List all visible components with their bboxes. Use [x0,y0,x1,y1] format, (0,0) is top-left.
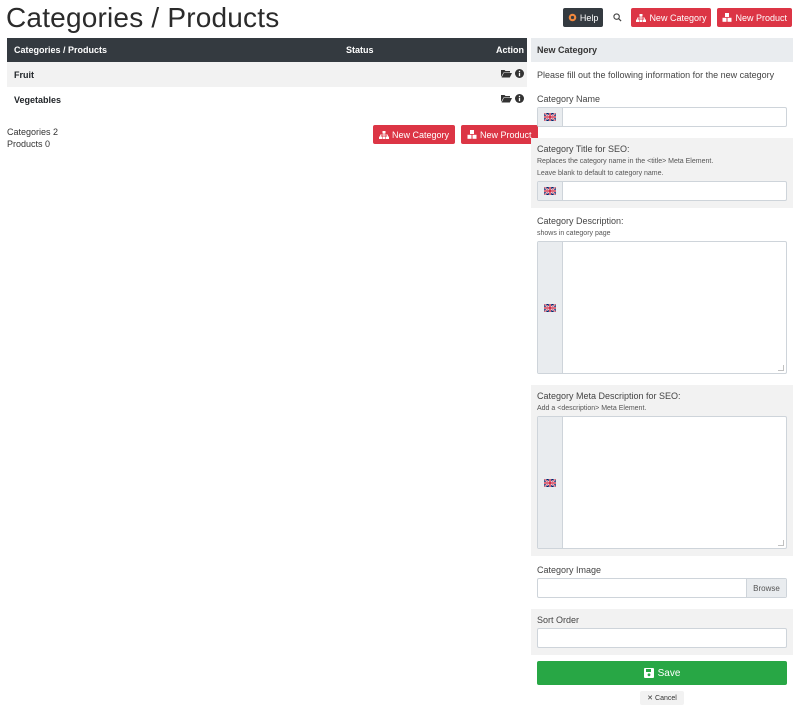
new-category-button[interactable]: New Category [631,8,712,27]
cancel-button[interactable]: ✕ Cancel [640,691,684,705]
category-table-header: Categories / Products Status Action [7,38,527,62]
uk-flag-icon [544,303,556,312]
category-name-input-group [537,107,787,127]
counts: Categories 2 Products 0 [7,126,58,150]
list-actions: New Category New Product [373,125,538,144]
sort-order-label: Sort Order [537,615,580,625]
category-name-input[interactable] [563,108,786,126]
language-flag [538,417,563,548]
category-image-input[interactable] [538,579,746,597]
language-flag [538,182,563,200]
new-product-label: New Product [735,12,787,23]
resize-handle-icon[interactable] [778,540,784,546]
column-header-action: Action [496,45,524,55]
row-actions [501,94,524,103]
help-button[interactable]: Help [562,8,604,27]
new-category-label: New Category [649,12,707,23]
help-button-label: Help [579,12,599,23]
meta-description-textarea[interactable] [563,417,786,548]
language-flag [538,242,563,373]
sitemap-icon [379,130,389,139]
meta-description-hint: Add a <description> Meta Element. [537,405,647,412]
seo-title-label: Category Title for SEO: [537,144,630,154]
panel-header: New Category [531,38,793,62]
seo-title-field: Category Title for SEO: Replaces the cat… [531,138,793,208]
table-row[interactable]: Fruit [7,62,527,87]
seo-title-input[interactable] [563,182,786,200]
seo-title-hint-1: Replaces the category name in the <title… [537,158,714,165]
description-hint: shows in category page [537,230,611,237]
meta-description-label: Category Meta Description for SEO: [537,391,681,401]
row-actions [501,69,524,78]
category-name-field: Category Name [531,88,793,134]
description-field: Category Description: shows in category … [531,208,793,381]
category-image-input-group: Browse [537,578,787,598]
save-button[interactable]: Save [537,661,787,685]
top-toolbar: Help New Category New Product [562,8,792,27]
category-name-label: Category Name [537,94,601,104]
description-input-group [537,241,787,374]
uk-flag-icon [544,113,556,121]
info-icon[interactable] [515,69,524,78]
close-icon: ✕ [647,695,654,702]
categories-count: Categories 2 [7,127,59,137]
meta-description-field: Category Meta Description for SEO: Add a… [531,385,793,556]
products-count: Products 0 [7,139,51,149]
language-flag [538,108,563,126]
category-name[interactable]: Vegetables [14,95,61,105]
description-textarea[interactable] [563,242,786,373]
save-icon [643,668,654,678]
page-title: Categories / Products [6,2,280,33]
seo-title-input-group [537,181,787,201]
category-image-label: Category Image [537,565,602,575]
panel-intro: Please fill out the following informatio… [537,70,775,80]
uk-flag-icon [544,187,556,195]
cubes-icon [467,130,477,139]
new-product-button[interactable]: New Product [717,8,792,27]
table-row[interactable]: Vegetables [7,87,527,112]
meta-description-input-group [537,416,787,549]
new-category-button-bottom[interactable]: New Category [373,125,456,144]
save-button-label: Save [657,667,681,679]
sitemap-icon [636,13,647,22]
browse-button[interactable]: Browse [746,579,786,597]
new-category-panel: New Category Please fill out the followi… [531,38,793,705]
folder-open-icon[interactable] [501,69,512,78]
description-label: Category Description: [537,216,624,226]
cubes-icon [722,13,732,22]
new-category-label: New Category [392,129,450,140]
category-image-field: Category Image Browse [531,556,793,605]
seo-title-hint-2: Leave blank to default to category name. [537,170,664,177]
category-name[interactable]: Fruit [14,70,34,80]
lifebuoy-icon [568,13,577,22]
search-icon [613,13,622,22]
info-icon[interactable] [515,94,524,103]
uk-flag-icon [544,478,556,487]
search-button[interactable] [609,8,625,27]
new-product-label: New Product [480,129,532,140]
cancel-button-label: Cancel [655,694,677,702]
new-product-button-bottom[interactable]: New Product [461,125,538,144]
folder-open-icon[interactable] [501,94,512,103]
sort-order-input[interactable] [537,628,787,648]
resize-handle-icon[interactable] [778,365,784,371]
sort-order-field: Sort Order [531,609,793,655]
column-header-status: Status [346,45,374,55]
column-header-name: Categories / Products [14,45,108,55]
